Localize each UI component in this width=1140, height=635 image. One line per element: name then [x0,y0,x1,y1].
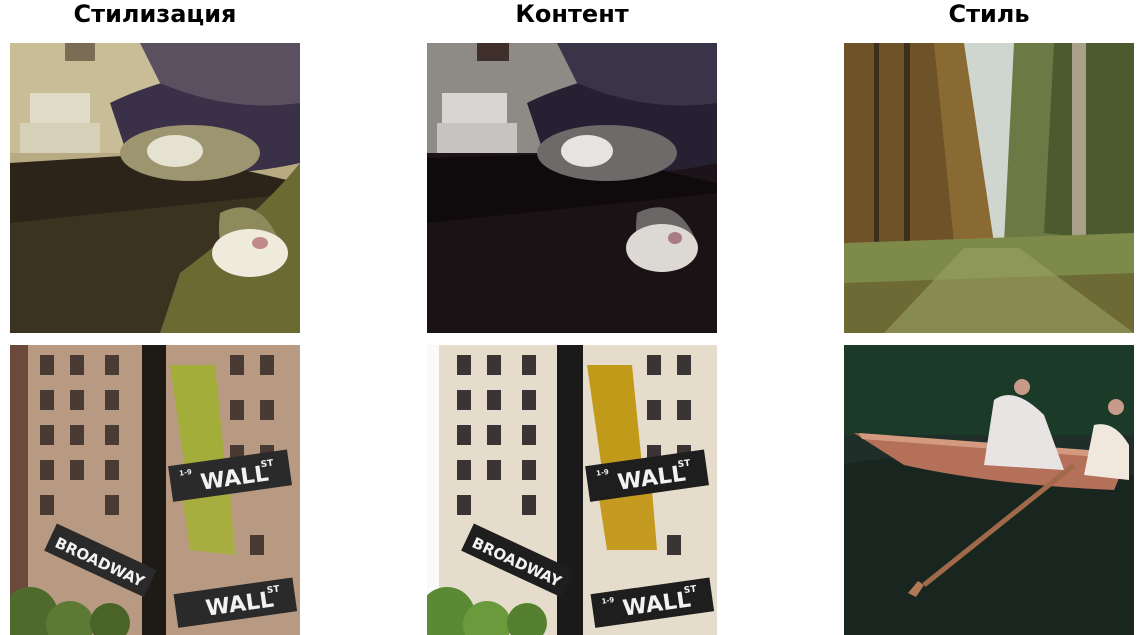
style-forest-painting [844,43,1134,333]
stylized-street-image: WALL ST 1-9 BROADWAY WALL ST [10,345,300,635]
column-title-style: Стиль [948,0,1030,28]
column-title-stylized: Стилизация [73,0,237,28]
svg-text:ST: ST [683,584,698,596]
svg-text:ST: ST [677,458,692,470]
svg-text:ST: ST [260,458,275,470]
stylized-cat-image [10,43,300,333]
style-boat-painting [844,345,1134,635]
content-street-image: WALL ST 1-9 BROADWAY WALL ST 1-9 [427,345,717,635]
column-title-content: Контент [515,0,629,28]
content-cat-image [427,43,717,333]
svg-text:ST: ST [266,584,281,596]
